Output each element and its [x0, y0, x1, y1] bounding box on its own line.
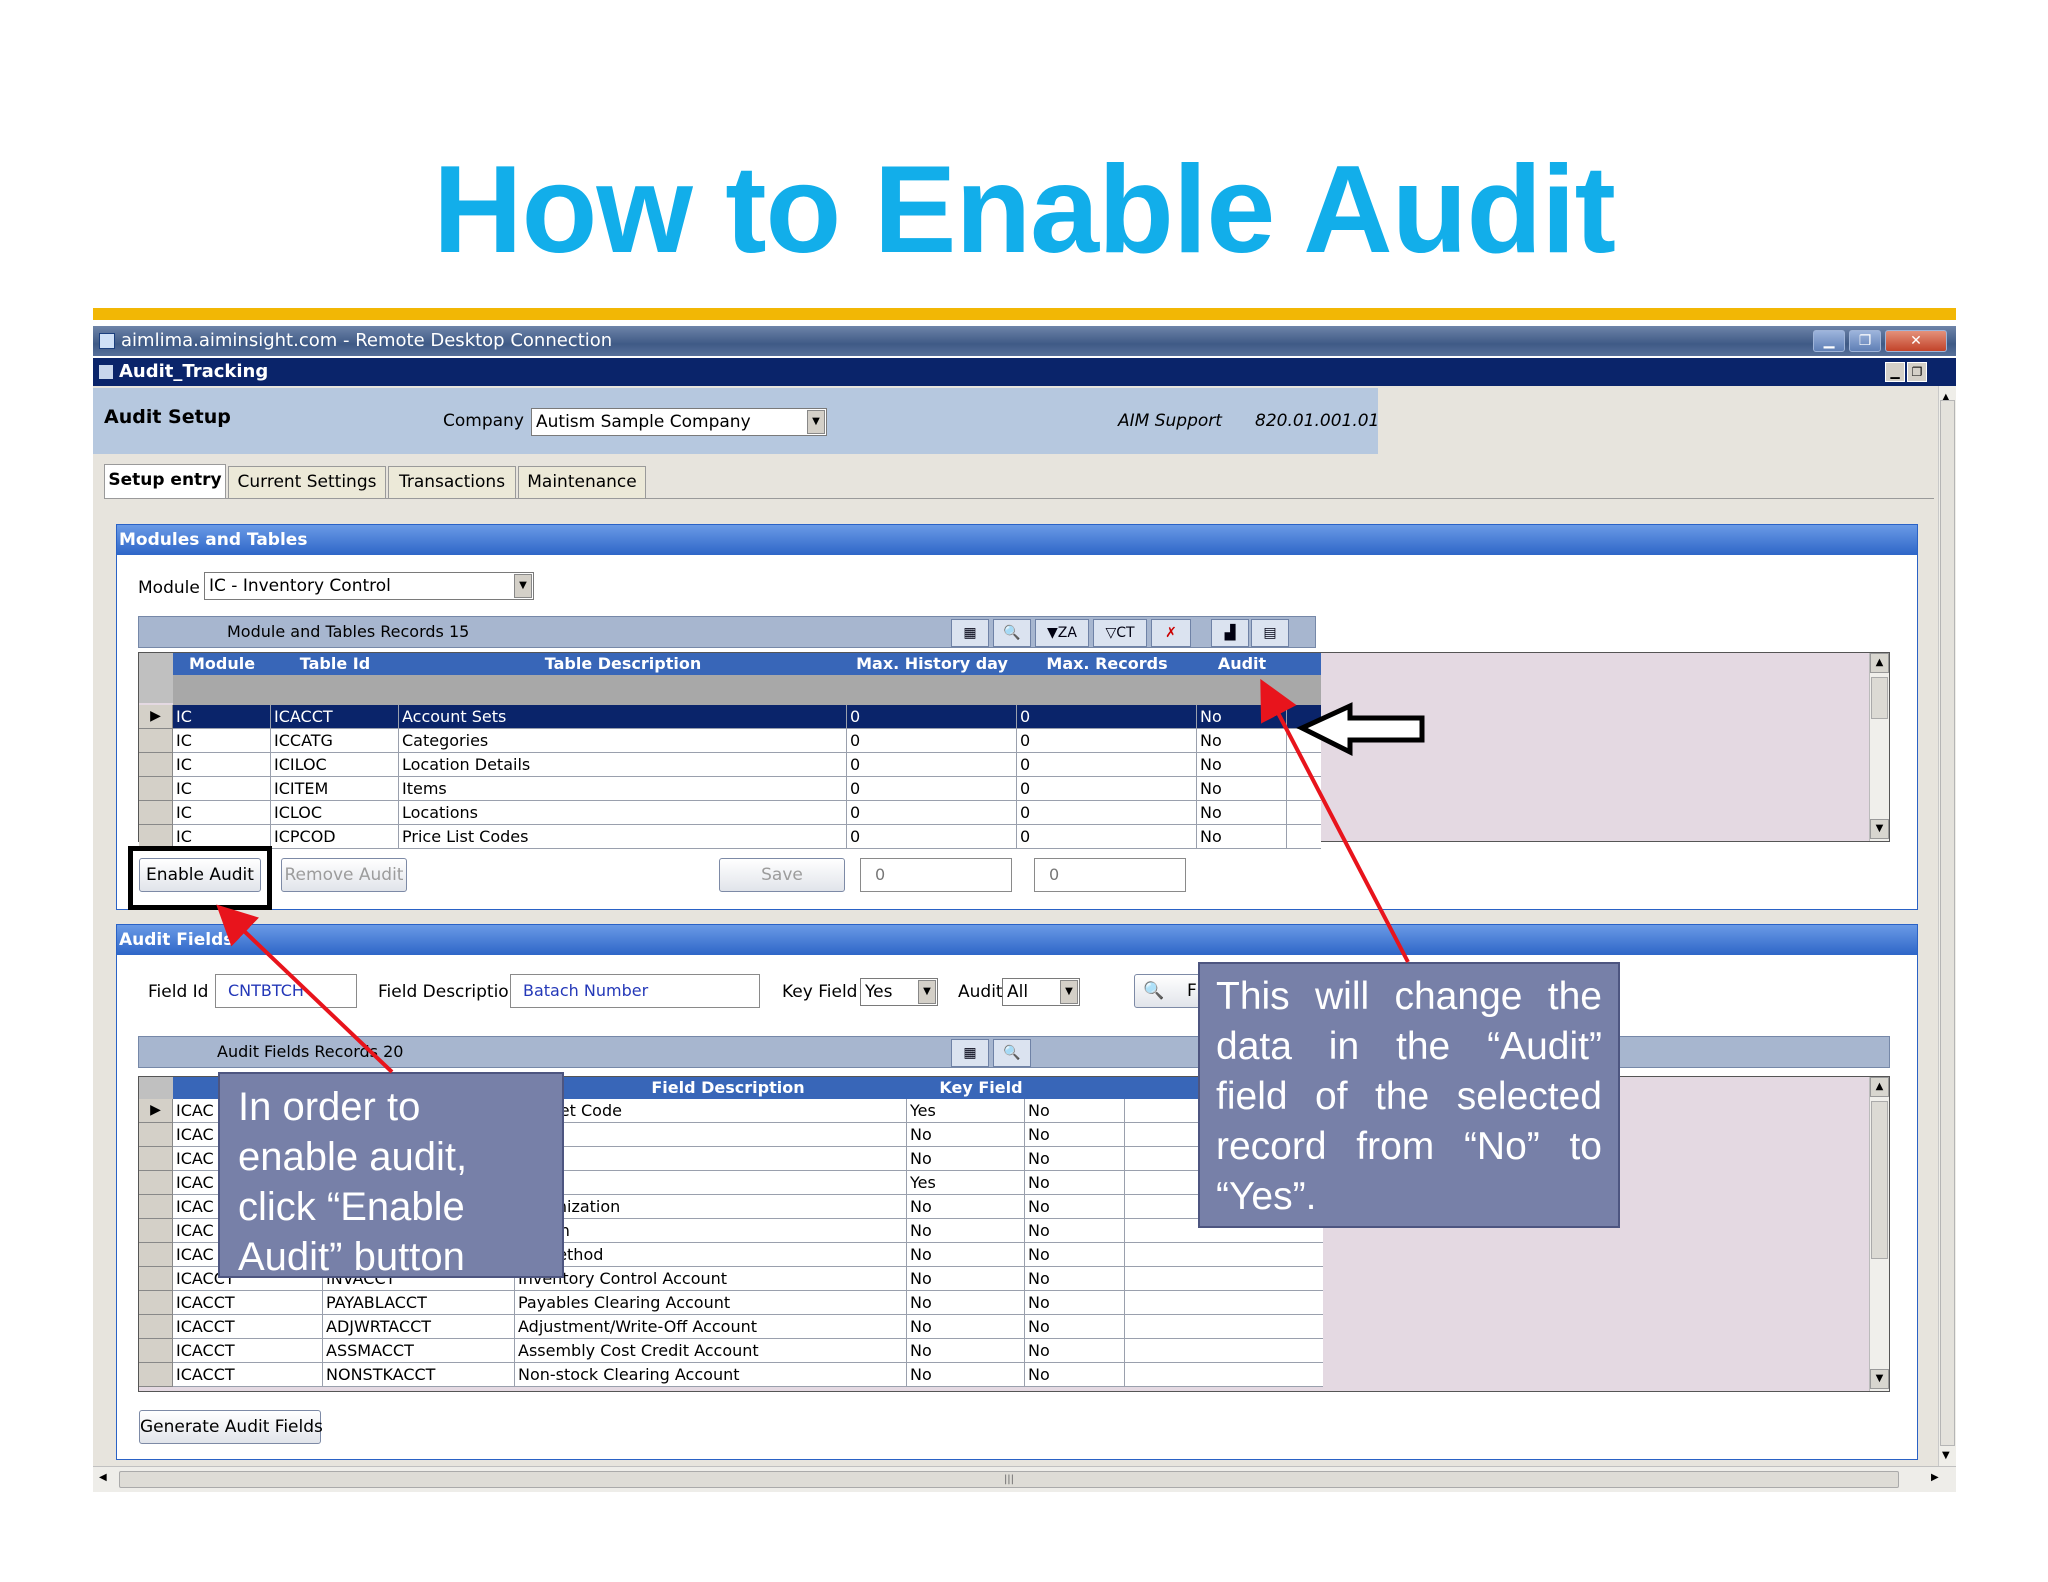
left-arrow-pointer-icon — [1296, 702, 1425, 757]
arrow-to-enable-audit — [216, 904, 394, 1074]
annotation-arrows — [216, 678, 1425, 1074]
